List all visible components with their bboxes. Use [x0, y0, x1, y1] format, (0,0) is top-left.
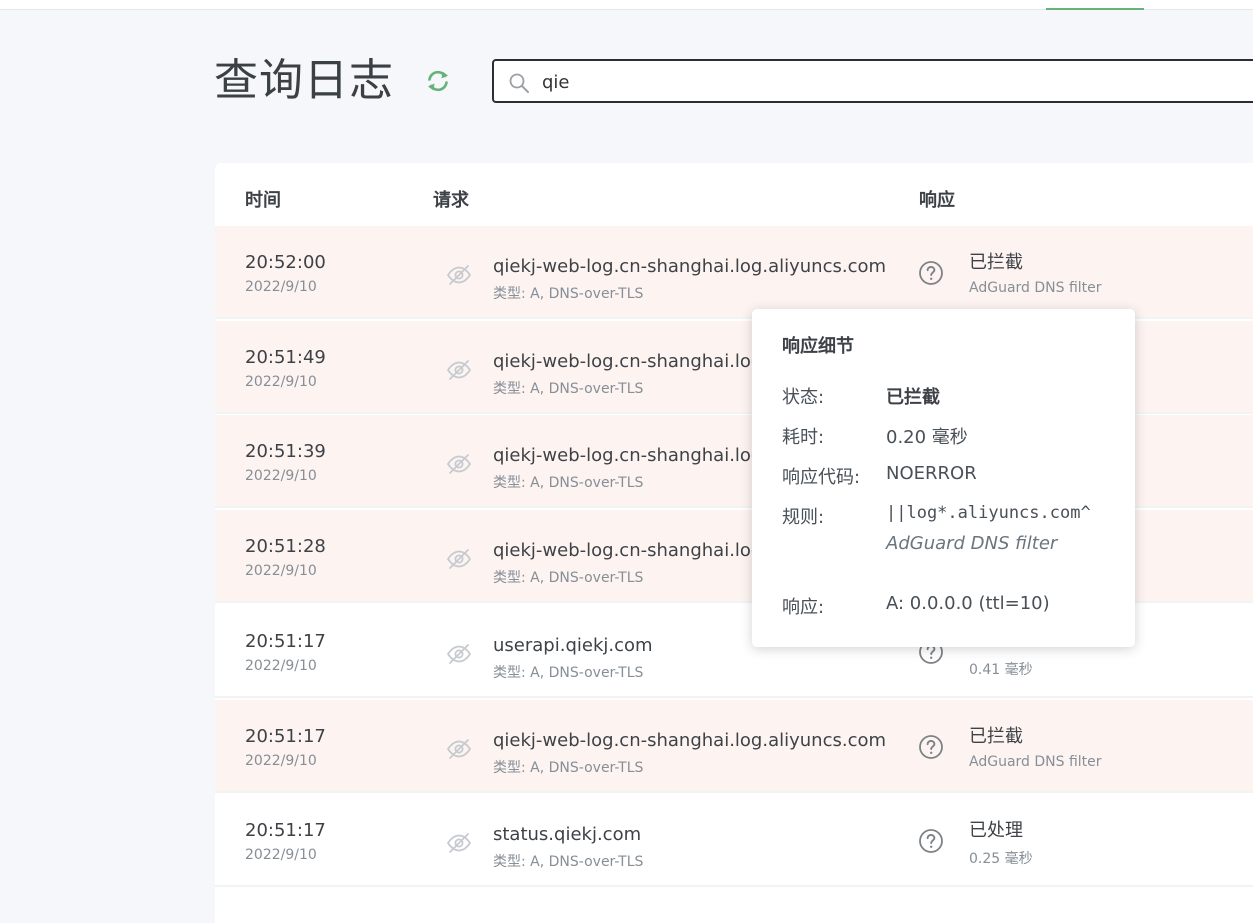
eye-slash-icon[interactable] [445, 261, 473, 289]
column-header-request[interactable]: 请求 [433, 186, 469, 212]
search-box[interactable] [492, 59, 1253, 103]
search-icon [509, 73, 529, 93]
response-code-label: 响应代码: [782, 467, 861, 488]
row-time: 20:51:49 [245, 346, 326, 368]
row-time: 20:51:39 [245, 441, 326, 463]
row-type: 类型: A, DNS-over-TLS [493, 854, 644, 871]
row-domain[interactable]: qiekj-web-log.cn-shanghai.log.aliyuncs.c… [493, 730, 886, 751]
eye-slash-icon[interactable] [445, 640, 473, 668]
row-date: 2022/9/10 [245, 468, 317, 485]
active-nav-indicator [1046, 8, 1144, 10]
answer-value: A: 0.0.0.0 (ttl=10) [886, 593, 1050, 614]
row-time: 20:52:00 [245, 252, 326, 273]
column-header-response[interactable]: 响应 [919, 186, 955, 212]
row-status: 已拦截 [969, 725, 1023, 747]
eye-slash-icon[interactable] [445, 829, 473, 857]
row-status: 已处理 [969, 820, 1023, 842]
column-header-time[interactable]: 时间 [245, 186, 281, 212]
eye-slash-icon[interactable] [445, 735, 473, 763]
row-type: 类型: A, DNS-over-TLS [493, 759, 644, 776]
row-type: 类型: A, DNS-over-TLS [493, 380, 644, 397]
question-circle-icon[interactable] [918, 260, 944, 286]
rule-value[interactable]: ||log*.aliyuncs.com^ [886, 503, 1091, 523]
row-type: 类型: A, DNS-over-TLS [493, 286, 644, 302]
status-value: 已拦截 [886, 387, 940, 408]
eye-slash-icon[interactable] [445, 356, 473, 384]
row-date: 2022/9/10 [245, 373, 317, 390]
response-details-popover: 响应细节 状态: 已拦截 耗时: 0.20 毫秒 响应代码: NOERROR 规… [752, 309, 1135, 647]
refresh-icon [428, 70, 448, 92]
rule-filter-list[interactable]: AdGuard DNS filter [886, 533, 1057, 554]
row-time: 20:51:17 [245, 630, 326, 652]
table-row[interactable]: 20:52:00 2022/9/10 qiekj-web-log.cn-shangh… [215, 226, 1253, 319]
elapsed-value: 0.20 毫秒 [886, 427, 968, 448]
row-domain[interactable]: qiekj-web-log.cn-shanghai.log.a [493, 351, 779, 372]
table-row[interactable]: 20:51:17 2022/9/10 status.qiekj.com 类型: A, … [215, 794, 1253, 888]
row-date: 2022/9/10 [245, 563, 317, 580]
answer-label: 响应: [782, 597, 825, 618]
row-type: 类型: A, DNS-over-TLS [493, 664, 644, 681]
row-date: 2022/9/10 [245, 752, 317, 769]
question-circle-icon[interactable] [918, 828, 944, 854]
row-time: 20:51:17 [245, 725, 326, 747]
row-date: 2022/9/10 [245, 657, 317, 674]
page-title: 查询日志 [214, 55, 394, 106]
table-row[interactable]: 20:51:17 2022/9/10 qiekj-web-log.cn-shangh… [215, 699, 1253, 793]
question-circle-icon[interactable] [918, 734, 944, 760]
row-time: 20:51:28 [245, 536, 326, 558]
row-domain[interactable]: qiekj-web-log.cn-shanghai.log.a [493, 540, 779, 561]
row-date: 2022/9/10 [245, 279, 317, 295]
response-code-value: NOERROR [886, 463, 977, 484]
row-date: 2022/9/10 [245, 847, 317, 864]
eye-slash-icon[interactable] [445, 450, 473, 478]
row-time: 20:51:17 [245, 820, 326, 842]
refresh-button[interactable] [424, 67, 452, 95]
row-domain[interactable]: status.qiekj.com [493, 824, 641, 845]
row-type: 类型: A, DNS-over-TLS [493, 475, 644, 492]
row-domain[interactable]: qiekj-web-log.cn-shanghai.log.a [493, 445, 779, 466]
row-domain[interactable]: qiekj-web-log.cn-shanghai.log.aliyuncs.c… [493, 256, 886, 277]
search-input[interactable] [542, 69, 1142, 95]
popover-title: 响应细节 [782, 336, 854, 357]
row-substatus: 0.25 毫秒 [969, 851, 1033, 868]
row-status: 已拦截 [969, 252, 1023, 273]
row-type: 类型: A, DNS-over-TLS [493, 570, 644, 587]
row-domain[interactable]: userapi.qiekj.com [493, 635, 653, 656]
row-substatus: AdGuard DNS filter [969, 280, 1102, 296]
row-substatus: AdGuard DNS filter [969, 753, 1102, 770]
elapsed-label: 耗时: [782, 427, 825, 448]
status-label: 状态: [782, 387, 825, 408]
row-substatus: 0.41 毫秒 [969, 661, 1033, 678]
rule-label: 规则: [782, 507, 825, 528]
eye-slash-icon[interactable] [445, 545, 473, 573]
